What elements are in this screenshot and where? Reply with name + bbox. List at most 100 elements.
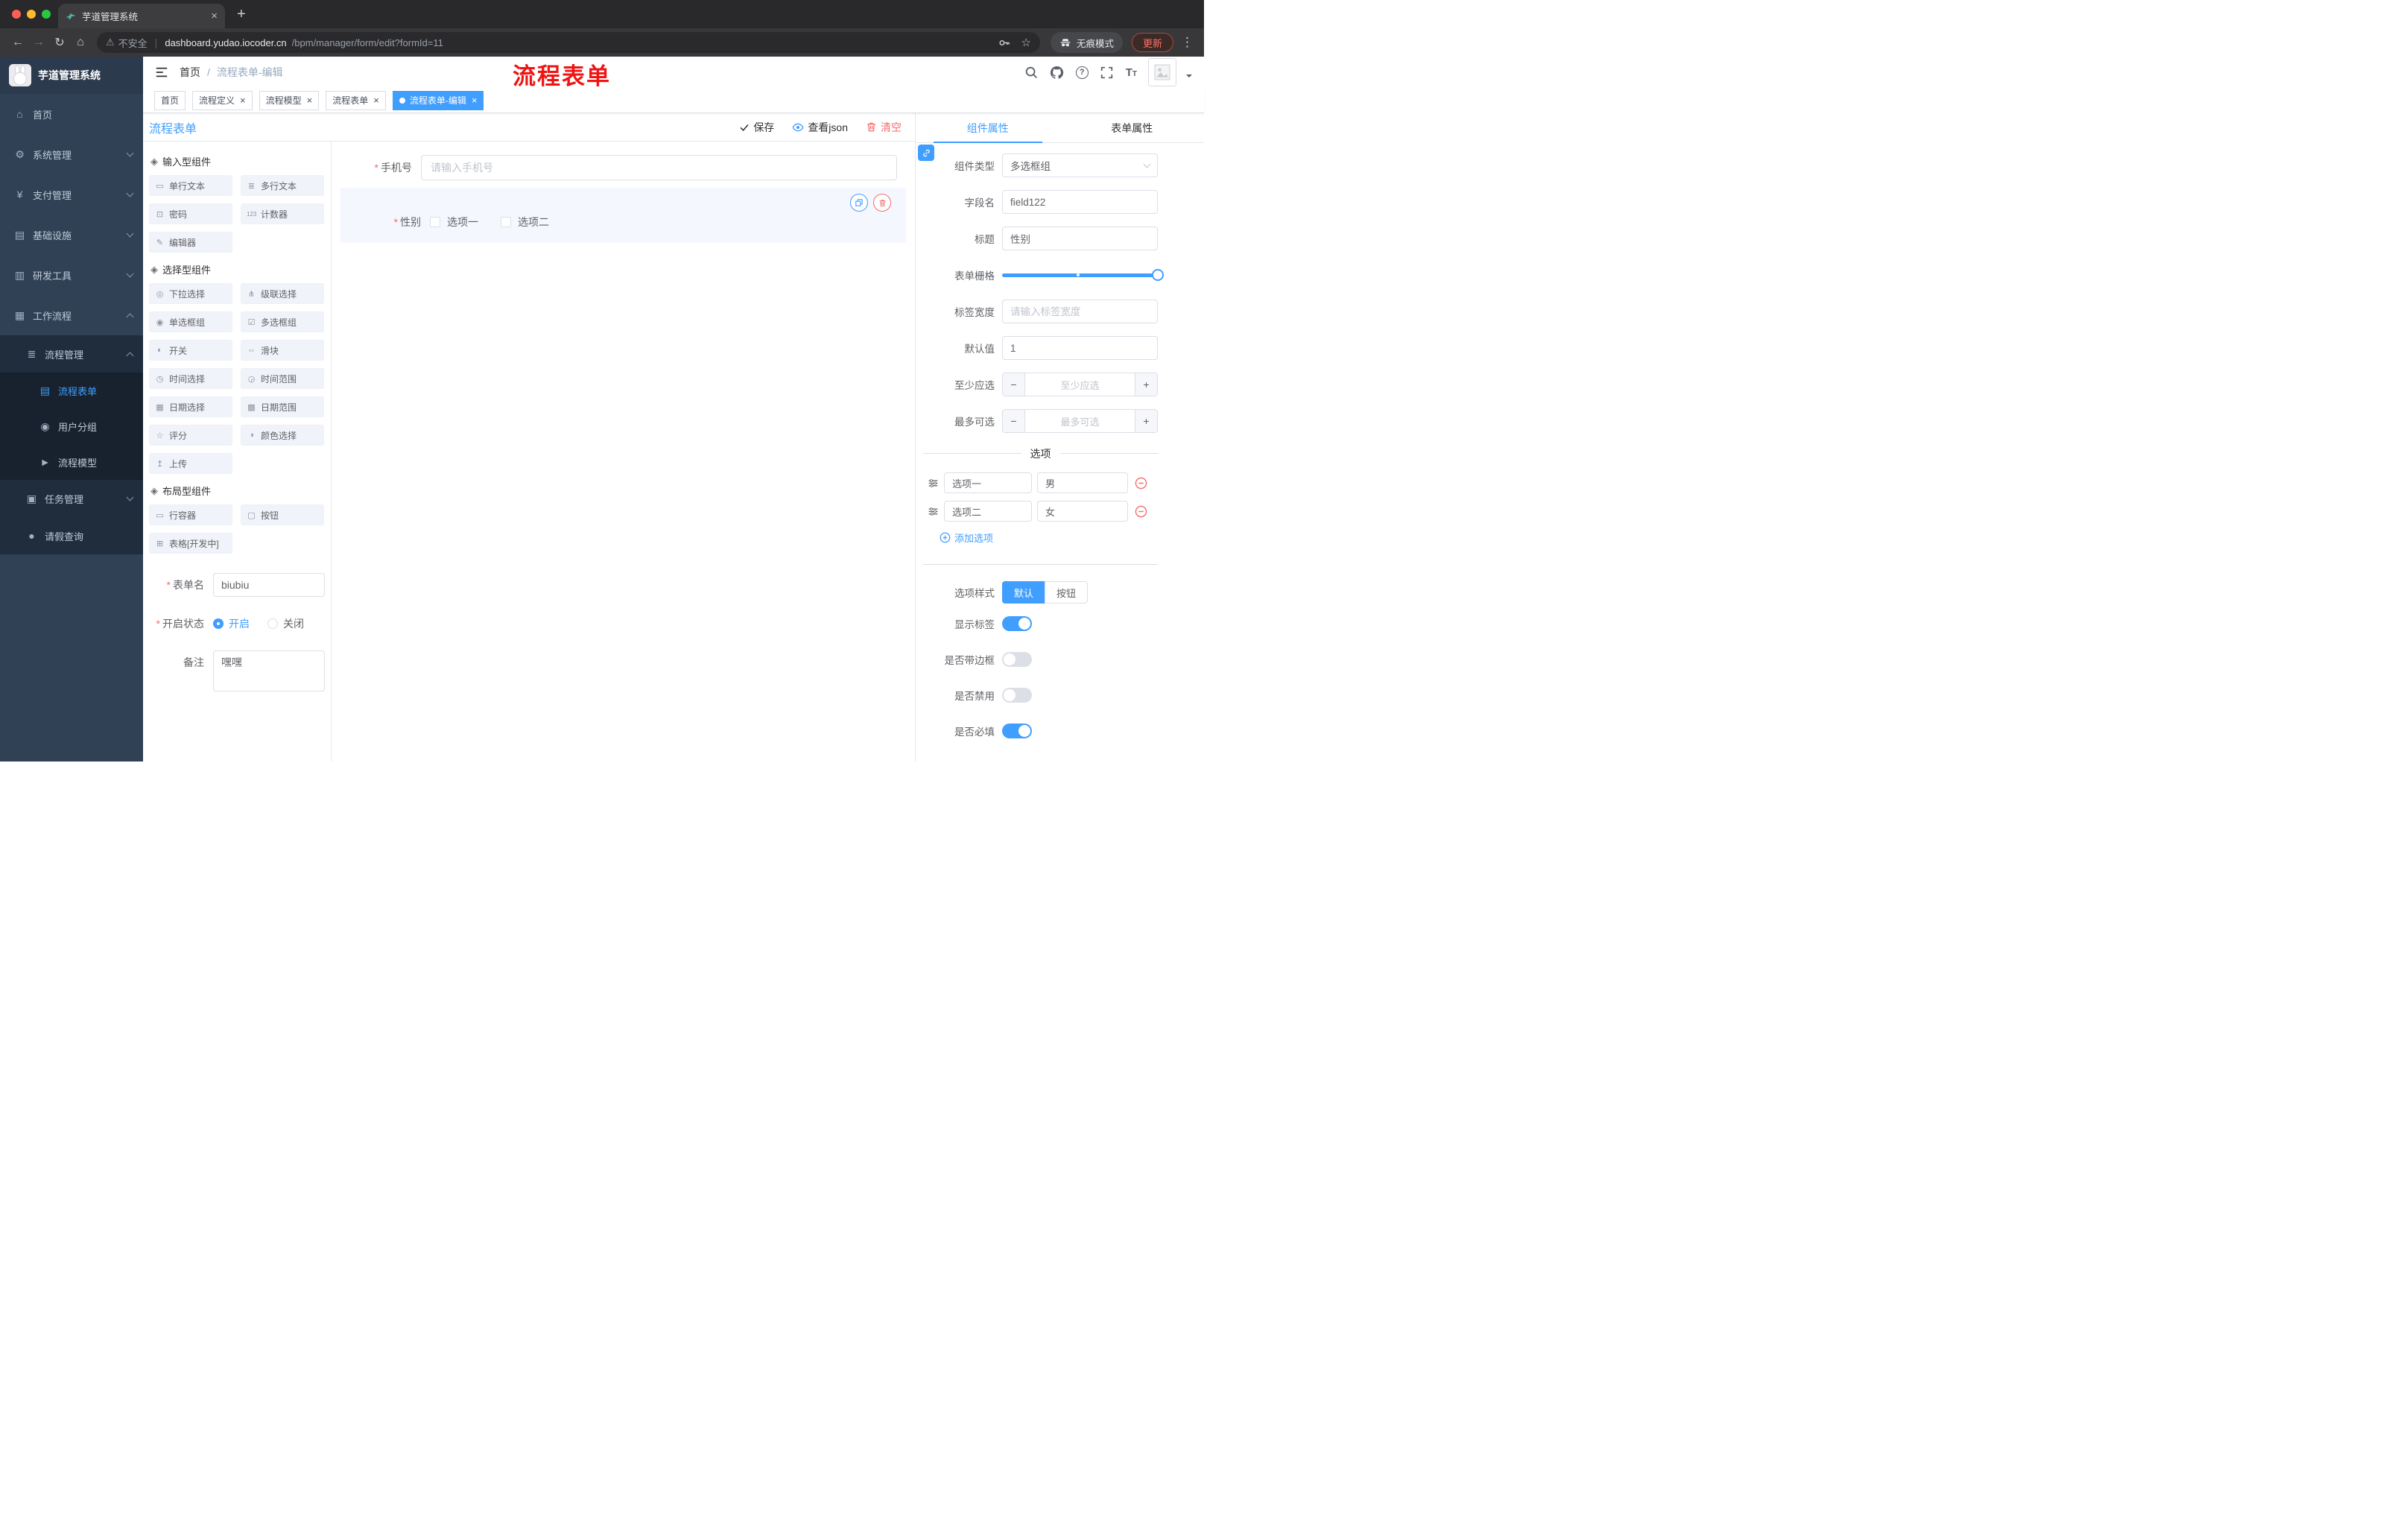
slider-track[interactable] bbox=[1002, 269, 1164, 281]
sidebar-item-process-form[interactable]: ▤ 流程表单 bbox=[0, 373, 143, 408]
component-password[interactable]: ⊡ 密码 bbox=[149, 203, 232, 224]
clear-button[interactable]: 清空 bbox=[866, 120, 902, 135]
drag-handle-icon[interactable] bbox=[928, 506, 939, 517]
chrome-update-button[interactable]: 更新 bbox=[1131, 33, 1173, 52]
component-slider[interactable]: ⇔ 滑块 bbox=[241, 340, 324, 361]
close-window-button[interactable] bbox=[12, 10, 21, 19]
tag-home[interactable]: 首页 bbox=[154, 90, 186, 110]
component-textarea[interactable]: ≣ 多行文本 bbox=[241, 175, 324, 196]
tag-close-icon[interactable]: × bbox=[240, 95, 246, 105]
component-input-text[interactable]: ▭ 单行文本 bbox=[149, 175, 232, 196]
tag-process-form-edit[interactable]: 流程表单-编辑 × bbox=[392, 90, 484, 110]
slider-handle[interactable] bbox=[1152, 269, 1164, 281]
checkbox[interactable] bbox=[501, 217, 511, 227]
increase-button[interactable]: + bbox=[1135, 410, 1157, 432]
sidebar-item-home[interactable]: ⌂ 首页 bbox=[0, 94, 143, 134]
option-value-input[interactable] bbox=[1037, 501, 1128, 522]
sidebar-item-process-management[interactable]: ≣ 流程管理 bbox=[0, 335, 143, 373]
delete-component-button[interactable] bbox=[873, 194, 891, 212]
option-label-input[interactable] bbox=[944, 472, 1032, 493]
avatar-caret-icon[interactable] bbox=[1186, 75, 1192, 80]
field-gender-selected[interactable]: * 性别 选项一 选项二 bbox=[340, 188, 906, 243]
component-date-picker[interactable]: ▦ 日期选择 bbox=[149, 396, 232, 417]
view-json-button[interactable]: 查看json bbox=[792, 120, 848, 135]
option-label-input[interactable] bbox=[944, 501, 1032, 522]
tag-process-definition[interactable]: 流程定义 × bbox=[192, 90, 253, 110]
tag-process-model[interactable]: 流程模型 × bbox=[259, 90, 320, 110]
tag-close-icon[interactable]: × bbox=[472, 95, 478, 105]
sidebar-item-dev-tools[interactable]: ▥ 研发工具 bbox=[0, 255, 143, 295]
back-button[interactable]: ← bbox=[7, 32, 28, 53]
site-security-warning[interactable]: ⚠ 不安全 bbox=[106, 36, 148, 50]
remove-option-icon[interactable] bbox=[1135, 505, 1147, 518]
component-select[interactable]: ◎ 下拉选择 bbox=[149, 283, 232, 304]
tag-close-icon[interactable]: × bbox=[373, 95, 379, 105]
help-icon[interactable]: ? bbox=[1075, 66, 1089, 79]
tab-form-props[interactable]: 表单属性 bbox=[1060, 113, 1205, 142]
app-logo[interactable]: 芋道管理系统 bbox=[0, 57, 143, 94]
sidebar-item-leave-query[interactable]: ● 请假查询 bbox=[0, 517, 143, 554]
forward-button[interactable]: → bbox=[28, 32, 49, 53]
sidebar-item-task-management[interactable]: ▣ 任务管理 bbox=[0, 480, 143, 517]
component-cascader[interactable]: ⋔ 级联选择 bbox=[241, 283, 324, 304]
sidebar-item-infrastructure[interactable]: ▤ 基础设施 bbox=[0, 215, 143, 255]
browser-tab[interactable]: 芋道管理系统 × bbox=[58, 4, 225, 28]
sidebar-fold-icon[interactable] bbox=[155, 66, 168, 79]
fullscreen-icon[interactable] bbox=[1100, 65, 1115, 80]
border-switch[interactable] bbox=[1002, 652, 1032, 667]
copy-component-button[interactable] bbox=[850, 194, 868, 212]
title-input[interactable] bbox=[1002, 227, 1158, 250]
label-width-input[interactable] bbox=[1002, 300, 1158, 323]
gender-option-2-checkbox[interactable]: 选项二 bbox=[501, 215, 549, 229]
default-value-input[interactable] bbox=[1002, 336, 1158, 360]
style-button-button[interactable]: 按钮 bbox=[1045, 581, 1089, 604]
new-tab-button[interactable]: + bbox=[237, 5, 246, 23]
component-date-range[interactable]: ▩ 日期范围 bbox=[241, 396, 324, 417]
sidebar-item-workflow[interactable]: ▦ 工作流程 bbox=[0, 295, 143, 335]
component-editor[interactable]: ✎ 编辑器 bbox=[149, 232, 232, 253]
component-table[interactable]: ⊞ 表格[开发中] bbox=[149, 533, 232, 554]
component-rate[interactable]: ☆ 评分 bbox=[149, 425, 232, 446]
tab-component-props[interactable]: 组件属性 bbox=[916, 113, 1060, 143]
option-value-input[interactable] bbox=[1037, 472, 1128, 493]
component-color-picker[interactable]: ◑ 颜色选择 bbox=[241, 425, 324, 446]
breadcrumb-home[interactable]: 首页 bbox=[180, 65, 200, 80]
component-counter[interactable]: 123 计数器 bbox=[241, 203, 324, 224]
bookmark-star-icon[interactable]: ☆ bbox=[1021, 36, 1031, 49]
component-button[interactable]: ▢ 按钮 bbox=[241, 504, 324, 525]
show-label-switch[interactable] bbox=[1002, 616, 1032, 631]
gender-option-1-checkbox[interactable]: 选项一 bbox=[430, 215, 478, 229]
component-row-container[interactable]: ▭ 行容器 bbox=[149, 504, 232, 525]
form-name-input[interactable] bbox=[213, 573, 325, 597]
design-canvas[interactable]: *手机号 *性别 选项一 选项二 bbox=[332, 142, 915, 762]
component-type-select[interactable]: 多选框组 bbox=[1002, 153, 1158, 177]
tag-close-icon[interactable]: × bbox=[307, 95, 313, 105]
sidebar-item-user-group[interactable]: ◉ 用户分组 bbox=[0, 408, 143, 444]
address-bar[interactable]: ⚠ 不安全 | dashboard.yudao.iocoder.cn /bpm/m… bbox=[97, 32, 1040, 53]
component-time-range[interactable]: ◶ 时间范围 bbox=[241, 368, 324, 389]
max-select-stepper[interactable]: − 最多可选 + bbox=[1002, 409, 1158, 433]
github-icon[interactable] bbox=[1050, 65, 1065, 80]
avatar[interactable] bbox=[1148, 58, 1176, 86]
increase-button[interactable]: + bbox=[1135, 373, 1157, 396]
component-time-picker[interactable]: ◷ 时间选择 bbox=[149, 368, 232, 389]
field-name-input[interactable] bbox=[1002, 190, 1158, 214]
style-default-button[interactable]: 默认 bbox=[1002, 581, 1045, 604]
decrease-button[interactable]: − bbox=[1003, 373, 1025, 396]
component-upload[interactable]: ↥ 上传 bbox=[149, 453, 232, 474]
browser-menu-icon[interactable]: ⋮ bbox=[1181, 35, 1194, 50]
status-off-radio[interactable]: 关闭 bbox=[267, 616, 304, 631]
disabled-switch[interactable] bbox=[1002, 688, 1032, 703]
font-size-icon[interactable]: TT bbox=[1126, 66, 1137, 79]
min-select-stepper[interactable]: − 至少应选 + bbox=[1002, 373, 1158, 396]
remove-option-icon[interactable] bbox=[1135, 477, 1147, 490]
component-radio-group[interactable]: ◉ 单选框组 bbox=[149, 311, 232, 332]
maximize-window-button[interactable] bbox=[42, 10, 51, 19]
tab-close-icon[interactable]: × bbox=[211, 10, 218, 22]
save-button[interactable]: 保存 bbox=[739, 120, 774, 135]
home-button[interactable]: ⌂ bbox=[70, 32, 91, 53]
sidebar-item-process-model[interactable]: ► 流程模型 bbox=[0, 444, 143, 480]
search-icon[interactable] bbox=[1024, 65, 1039, 80]
component-checkbox-group[interactable]: ☑ 多选框组 bbox=[241, 311, 324, 332]
reload-button[interactable]: ↻ bbox=[49, 32, 70, 53]
